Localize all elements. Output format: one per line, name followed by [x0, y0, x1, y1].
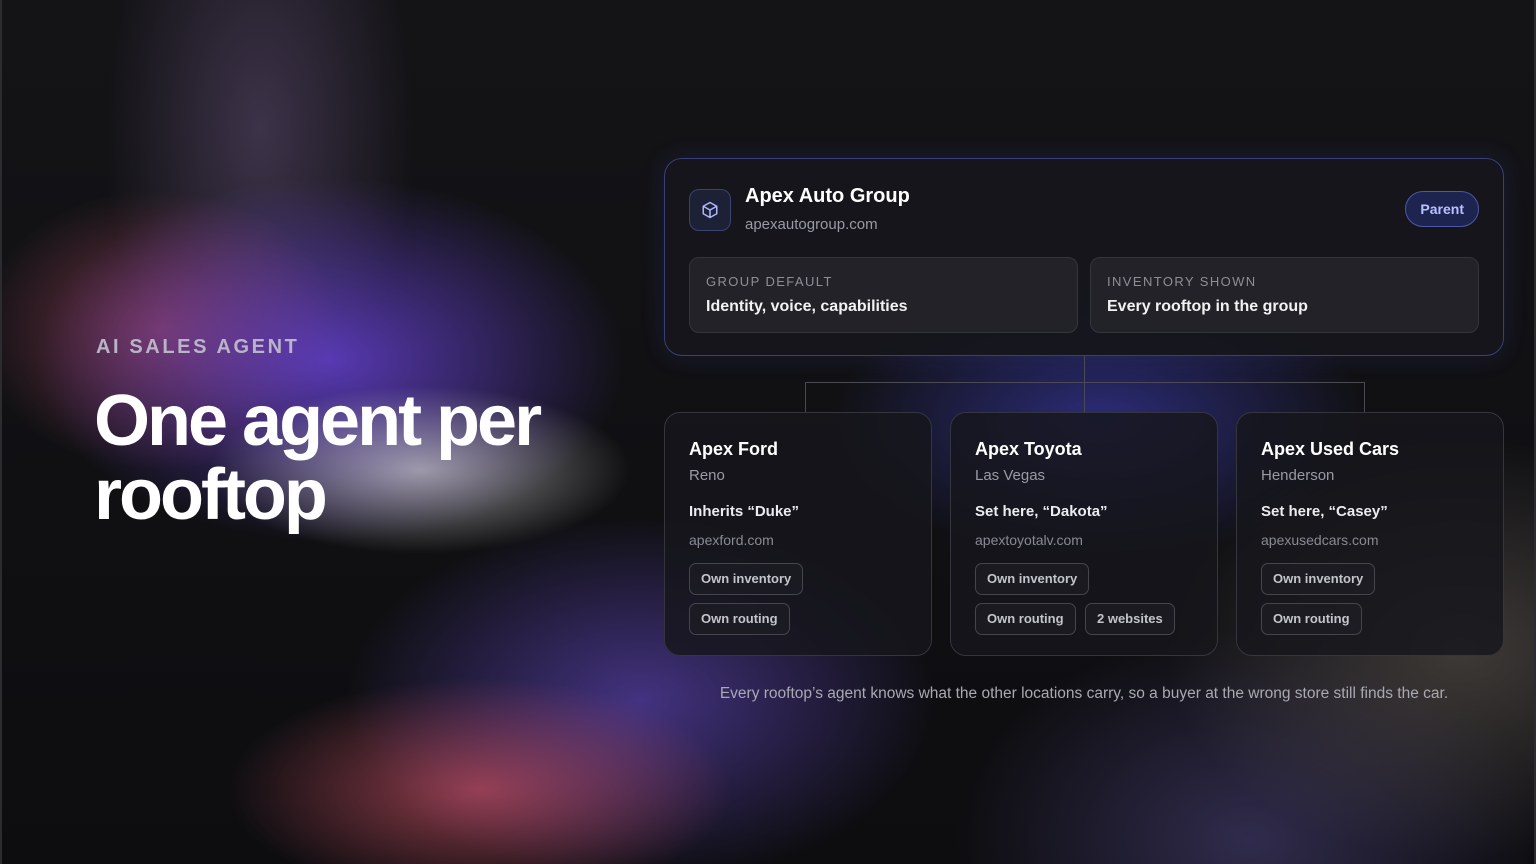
rooftop-url: apexusedcars.com — [1261, 532, 1379, 548]
connector-left — [805, 382, 806, 412]
rooftop-city: Reno — [689, 467, 725, 484]
info-value: Every rooftop in the group — [1107, 298, 1308, 315]
rooftop-card: Apex Toyota Las Vegas Set here, “Dakota”… — [950, 412, 1218, 656]
parent-name: Apex Auto Group — [745, 185, 910, 207]
tag-own-inventory: Own inventory — [689, 563, 804, 595]
tag-websites: 2 websites — [1085, 603, 1175, 635]
connector-right — [1364, 382, 1365, 412]
rooftop-city: Las Vegas — [975, 467, 1046, 484]
rooftop-card: Apex Used Cars Henderson Set here, “Case… — [1236, 412, 1504, 656]
footnote: Every rooftop’s agent knows what the oth… — [719, 685, 1449, 702]
info-label: GROUP DEFAULT — [706, 274, 833, 289]
parent-dealer-card: Apex Auto Group apexautogroup.com Parent… — [664, 158, 1504, 356]
rooftop-url: apexford.com — [689, 532, 774, 548]
rooftop-url: apextoyotalv.com — [975, 532, 1083, 548]
tag-own-routing: Own routing — [1261, 603, 1362, 635]
page-headline: One agent per rooftop — [94, 381, 542, 535]
rooftop-name: Apex Used Cars — [1261, 439, 1400, 459]
rooftop-agent: Set here, “Dakota” — [975, 503, 1108, 520]
eyebrow-label: AI SALES AGENT — [96, 336, 300, 358]
info-value: Identity, voice, capabilities — [706, 298, 908, 315]
rooftop-card: Apex Ford Reno Inherits “Duke” apexford.… — [664, 412, 932, 656]
parent-badge: Parent — [1405, 191, 1479, 227]
tag-own-inventory: Own inventory — [1261, 563, 1376, 595]
connector-horizontal — [805, 382, 1365, 383]
tag-own-inventory: Own inventory — [975, 563, 1090, 595]
info-label: INVENTORY SHOWN — [1107, 274, 1257, 289]
cube-icon — [689, 189, 731, 231]
rooftop-agent: Inherits “Duke” — [689, 503, 800, 520]
rooftop-name: Apex Toyota — [975, 439, 1082, 459]
tag-own-routing: Own routing — [975, 603, 1076, 635]
inventory-shown-box: INVENTORY SHOWN Every rooftop in the gro… — [1090, 257, 1479, 333]
parent-url: apexautogroup.com — [745, 216, 878, 233]
tag-own-routing: Own routing — [689, 603, 790, 635]
connector-trunk — [1084, 356, 1085, 412]
group-default-box: GROUP DEFAULT Identity, voice, capabilit… — [689, 257, 1078, 333]
rooftop-name: Apex Ford — [689, 439, 779, 459]
rooftop-city: Henderson — [1261, 467, 1335, 484]
rooftop-agent: Set here, “Casey” — [1261, 503, 1388, 520]
